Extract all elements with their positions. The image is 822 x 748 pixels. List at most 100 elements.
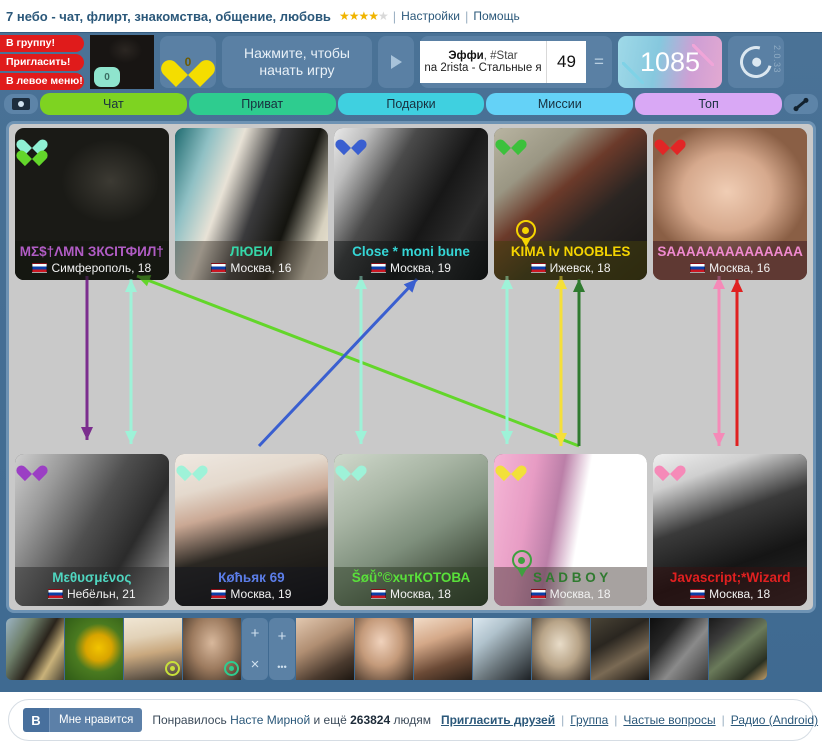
heart-icon[interactable] <box>501 133 521 151</box>
fl-sep-1: | <box>561 713 565 727</box>
heart-icon[interactable] <box>660 133 680 151</box>
app-frame: В группу! Пригласить! В левое меню! 0 0 … <box>0 32 822 692</box>
remove-thumb-button[interactable]: × <box>251 656 260 673</box>
group-link[interactable]: Группа <box>570 713 608 727</box>
tab-chat[interactable]: Чат <box>40 93 187 115</box>
wrench-icon <box>794 98 808 110</box>
thumb-8[interactable] <box>473 618 531 680</box>
thumb-1[interactable] <box>6 618 64 680</box>
player-location: Симферополь, 18 <box>19 260 165 276</box>
faq-link[interactable]: Частые вопросы <box>623 713 715 727</box>
heart-icon[interactable] <box>501 459 521 477</box>
like-person[interactable]: Насте Мирной <box>230 713 310 727</box>
add-thumb-button[interactable]: + <box>251 625 260 642</box>
tab-gifts[interactable]: Подарки <box>337 93 485 115</box>
player-name: Šøǚ°©хчтКОТОВА <box>351 570 471 585</box>
player-caption: SAAAAAAAAAAAAAAAA Москва, 16 <box>653 241 807 280</box>
player-caption: Кøћьяк 69 Москва, 19 <box>174 567 329 606</box>
settings-link[interactable]: Настройки <box>401 9 460 23</box>
russia-flag-icon <box>32 263 48 273</box>
music-player[interactable]: Эффи, #Star na 2rista - Стальные я 49 = <box>420 36 612 88</box>
fl-sep-3: | <box>721 713 725 727</box>
tab-top[interactable]: Топ <box>635 93 782 115</box>
thumb-10[interactable] <box>591 618 649 680</box>
player-caption: Μεθυσμένος Небёльн, 21 <box>15 567 169 606</box>
player-name: Close * moni bune <box>352 244 470 259</box>
heart-shape <box>182 459 202 477</box>
track-number: 49 <box>546 41 586 83</box>
player-card[interactable]: Кøћьяк 69 Москва, 19 <box>174 454 329 606</box>
player-location: Москва, 18 <box>498 586 644 602</box>
more-options-icon[interactable]: ••• <box>277 663 286 672</box>
player-card[interactable]: Šøǚ°©хчтКОТОВА Москва, 18 <box>334 454 488 606</box>
start-game-button[interactable]: Нажмите, чтобы начать игру <box>222 36 372 88</box>
thumb-controls-right: + ••• <box>269 618 295 680</box>
player-card[interactable]: Javascript;*Wizard Москва, 18 <box>653 454 807 606</box>
thumb-12[interactable] <box>709 618 767 680</box>
player-location: Небёльн, 21 <box>19 586 165 602</box>
tab-private[interactable]: Приват <box>188 93 336 115</box>
thumb-11[interactable] <box>650 618 708 680</box>
player-location-text: Ижевск, 18 <box>549 261 611 275</box>
game-board: MΣ$†ΛMN ЗКСІТФИЛ† Симферополь, 18 ЛЮБИ Моск… <box>6 121 816 613</box>
radio-link[interactable]: Радио (Android) <box>731 713 818 727</box>
heart-icon[interactable] <box>660 459 680 477</box>
heart-icon[interactable] <box>22 459 42 477</box>
user-avatar[interactable]: 0 <box>90 35 154 89</box>
footer-bar: В Мне нравится Понравилось Насте Мирной … <box>8 699 818 741</box>
heart-shape <box>660 133 680 151</box>
like-mid: и ещё <box>310 713 351 727</box>
equalizer-icon[interactable]: = <box>586 52 612 72</box>
thumb-9[interactable] <box>532 618 590 680</box>
add-thumb-button-2[interactable]: + <box>278 628 287 645</box>
vk-like-button[interactable]: В Мне нравится <box>23 708 143 732</box>
invite-friends-link[interactable]: Пригласить друзей <box>441 713 555 727</box>
left-menu-button[interactable]: В левое меню! <box>0 72 84 90</box>
player-location-text: Симферополь, 18 <box>51 261 152 275</box>
heart-icon[interactable] <box>341 133 361 151</box>
settings-button[interactable] <box>783 94 818 114</box>
player-card[interactable]: Close * moni bune Москва, 19 <box>334 128 488 280</box>
heart-counter-panel[interactable]: 0 <box>160 36 216 88</box>
player-name: Кøћьяк 69 <box>218 570 285 585</box>
music-track-info: Эффи, #Star na 2rista - Стальные я <box>420 41 546 83</box>
heart-shape <box>22 459 42 477</box>
like-prefix: Понравилось <box>152 713 231 727</box>
russia-flag-icon <box>690 263 706 273</box>
tab-missions[interactable]: Миссии <box>486 93 634 115</box>
help-link[interactable]: Помощь <box>473 9 519 23</box>
thumb-7[interactable] <box>414 618 472 680</box>
player-card[interactable]: ЛЮБИ Москва, 16 <box>174 128 329 280</box>
score-value: 1085 <box>639 46 701 77</box>
target-scope-icon <box>511 550 532 577</box>
player-name: ЛЮБИ <box>229 244 273 259</box>
player-card[interactable]: KIMA lv NOOBLES Ижевск, 18 <box>493 128 648 280</box>
thumb-2[interactable] <box>65 618 123 680</box>
heart-icon: 0 <box>171 47 205 78</box>
player-card[interactable]: MΣ$†ΛMN ЗКСІТФИЛ† Симферополь, 18 <box>15 128 169 280</box>
camera-button[interactable] <box>4 94 38 114</box>
heart-icon[interactable] <box>22 144 42 162</box>
thumb-6[interactable] <box>355 618 413 680</box>
track-artist: Эффи <box>448 50 484 62</box>
heart-icon[interactable] <box>341 459 361 477</box>
play-icon <box>390 55 402 69</box>
player-name: MΣ$†ΛMN ЗКСІТФИЛ† <box>19 244 164 259</box>
like-suffix: людям <box>390 713 431 727</box>
join-group-button[interactable]: В группу! <box>0 34 84 52</box>
play-button[interactable] <box>378 36 414 88</box>
thumb-4[interactable] <box>183 618 241 680</box>
player-location-text: Москва, 19 <box>230 587 292 601</box>
invite-button[interactable]: Пригласить! <box>0 53 84 71</box>
player-card[interactable]: Μεθυσμένος Небёльн, 21 <box>15 454 169 606</box>
russia-flag-icon <box>370 589 386 599</box>
player-location-text: Москва, 18 <box>389 587 451 601</box>
russia-flag-icon <box>690 589 706 599</box>
player-card[interactable]: SAAAAAAAAAAAAAAAA Москва, 16 <box>653 128 807 280</box>
heart-icon[interactable] <box>182 459 202 477</box>
russia-flag-icon <box>211 263 227 273</box>
player-location: Москва, 18 <box>657 586 803 602</box>
thumb-3[interactable] <box>124 618 182 680</box>
player-card[interactable]: S A D B O Y Москва, 18 <box>493 454 648 606</box>
thumb-5[interactable] <box>296 618 354 680</box>
